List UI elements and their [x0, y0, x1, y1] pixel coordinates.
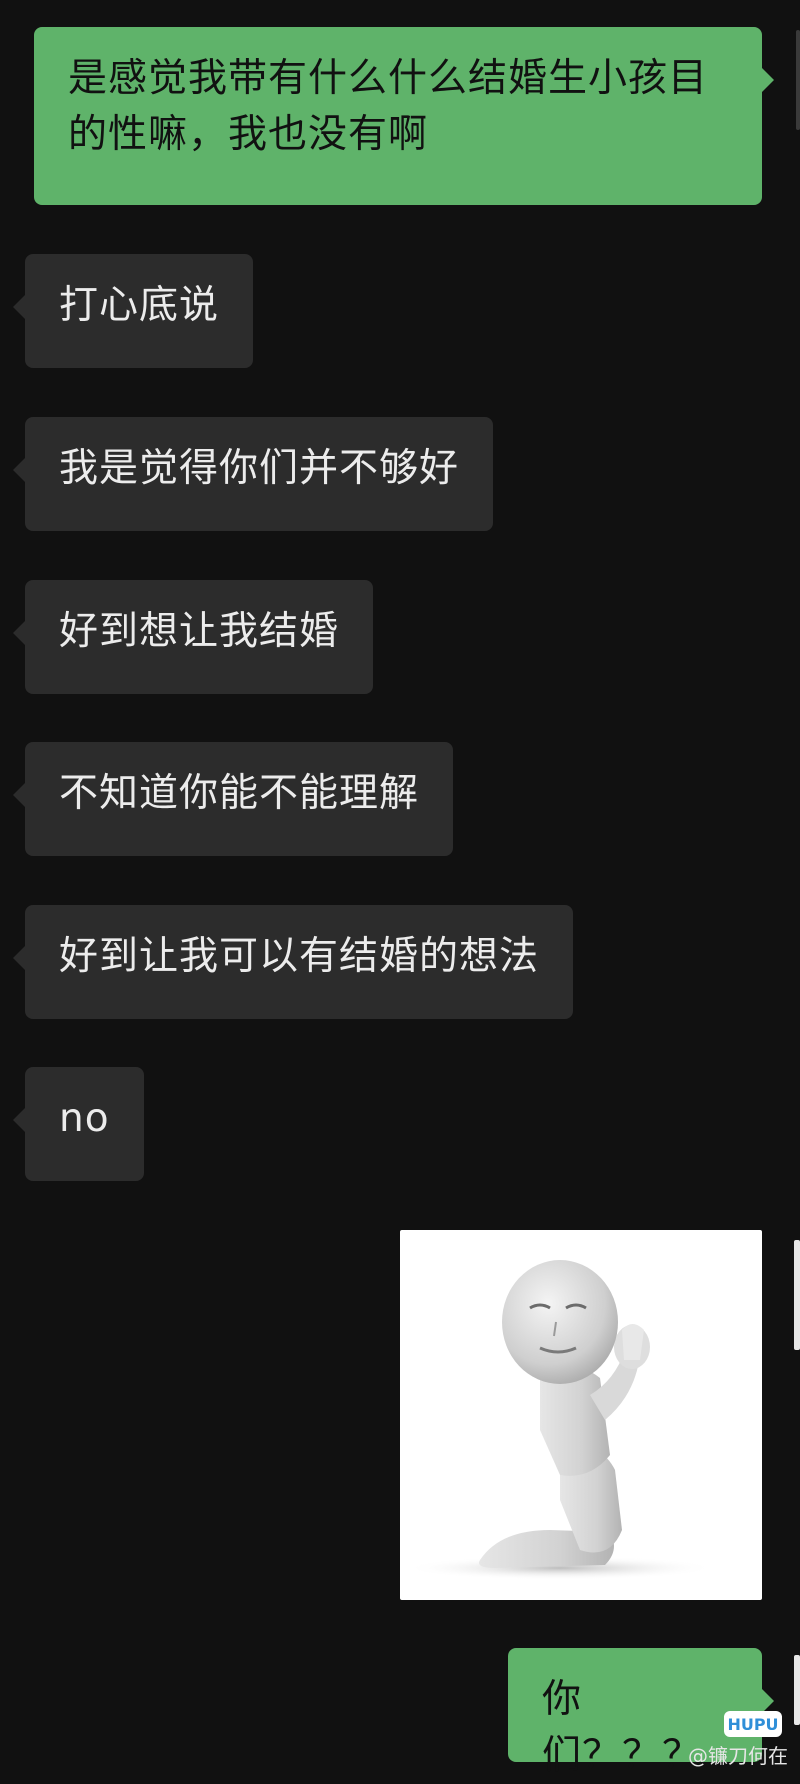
message-text: 好到想让我结婚	[59, 609, 340, 654]
avatar-edge	[794, 1240, 800, 1350]
message-text: 你们？？？	[542, 1677, 703, 1778]
message-text: 是感觉我带有什么什么结婚生小孩目的性嘛，我也没有啊	[68, 56, 709, 157]
avatar-edge	[796, 30, 800, 130]
message-text: 我是觉得你们并不够好	[59, 446, 460, 491]
sticker-image[interactable]	[400, 1230, 762, 1600]
message-bubble-received[interactable]: 好到想让我结婚	[12, 580, 374, 694]
message-text: no	[59, 1096, 110, 1141]
message-text: 好到让我可以有结婚的想法	[59, 934, 540, 979]
message-bubble-received[interactable]: 好到让我可以有结婚的想法	[12, 905, 574, 1019]
hupu-logo: HUPU	[724, 1709, 782, 1739]
hupu-logo-text: HUPU	[727, 1715, 778, 1734]
watermark-caption: @镰刀何在	[688, 1740, 788, 1769]
message-bubble-sent[interactable]: 是感觉我带有什么什么结婚生小孩目的性嘛，我也没有啊	[34, 27, 774, 205]
message-text: 打心底说	[59, 283, 220, 328]
message-bubble-received[interactable]: 我是觉得你们并不够好	[12, 417, 494, 531]
message-text: 不知道你能不能理解	[59, 771, 420, 816]
avatar-edge	[794, 1655, 800, 1725]
message-bubble-received[interactable]: 不知道你能不能理解	[12, 742, 454, 856]
message-bubble-received[interactable]: no	[13, 1067, 144, 1181]
watermark-text: @镰刀何在	[688, 1744, 788, 1768]
message-bubble-received[interactable]: 打心底说	[12, 254, 254, 368]
kneeling-figure-illustration	[405, 1260, 715, 1580]
